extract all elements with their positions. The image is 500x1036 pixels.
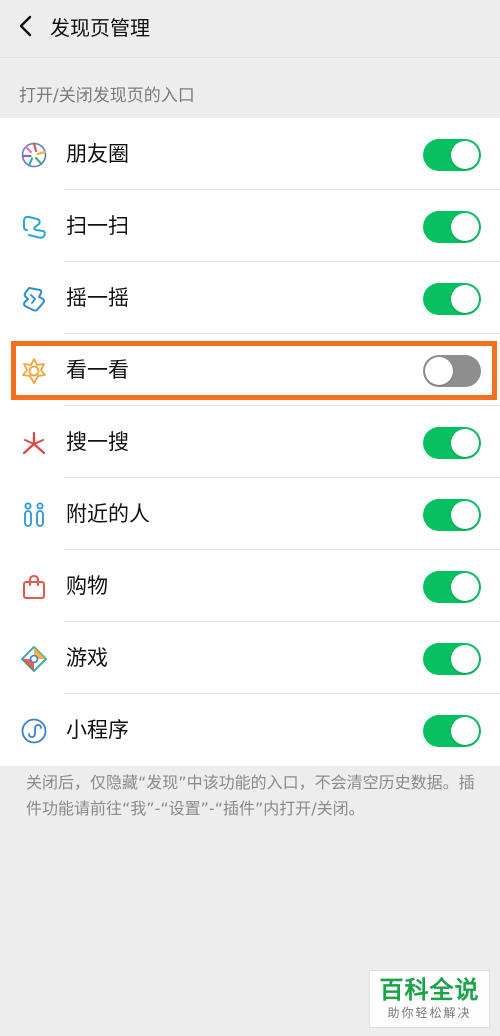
toggle-switch[interactable] bbox=[423, 427, 481, 459]
toggle-knob bbox=[425, 357, 453, 385]
scan-icon bbox=[20, 213, 48, 241]
list-item-search: 搜一搜 bbox=[0, 406, 500, 478]
item-label: 摇一摇 bbox=[66, 286, 129, 310]
search-sparkle-icon bbox=[20, 429, 48, 457]
watermark-subtitle: 助你轻松解决 bbox=[387, 1006, 472, 1020]
moments-icon bbox=[20, 141, 48, 169]
list-item-top-stories: 看一看 bbox=[0, 334, 500, 406]
toggle-knob bbox=[451, 645, 479, 673]
navigation-bar: 发现页管理 bbox=[0, 0, 500, 58]
toggle-switch[interactable] bbox=[423, 355, 481, 387]
toggle-switch[interactable] bbox=[423, 211, 481, 243]
item-label: 小程序 bbox=[66, 718, 129, 742]
item-label: 购物 bbox=[66, 574, 108, 598]
games-icon bbox=[20, 645, 48, 673]
back-button[interactable] bbox=[8, 9, 44, 47]
page-title: 发现页管理 bbox=[50, 16, 150, 40]
item-label: 附近的人 bbox=[66, 502, 150, 526]
list-item-scan: 扫一扫 bbox=[0, 190, 500, 262]
toggle-switch[interactable] bbox=[423, 715, 481, 747]
item-label: 扫一扫 bbox=[66, 214, 129, 238]
footer-note: 关闭后，仅隐藏“发现”中该功能的入口，不会清空历史数据。插件功能请前往“我”-“… bbox=[26, 773, 475, 818]
toggle-knob bbox=[451, 141, 479, 169]
toggle-switch[interactable] bbox=[423, 643, 481, 675]
list-item-shopping: 购物 bbox=[0, 550, 500, 622]
toggle-knob bbox=[451, 213, 479, 241]
toggle-switch[interactable] bbox=[423, 499, 481, 531]
toggle-switch[interactable] bbox=[423, 571, 481, 603]
list-item-mini-programs: 小程序 bbox=[0, 694, 500, 766]
list-item-moments: 朋友圈 bbox=[0, 118, 500, 190]
item-label: 朋友圈 bbox=[66, 142, 129, 166]
toggle-knob bbox=[451, 501, 479, 529]
toggle-knob bbox=[451, 429, 479, 457]
section-header: 打开/关闭发现页的入口 bbox=[19, 86, 195, 106]
watermark-logo: 百科全说 助你轻松解决 bbox=[369, 970, 490, 1028]
item-label: 游戏 bbox=[66, 646, 108, 670]
top-stories-icon bbox=[20, 357, 48, 385]
people-nearby-icon bbox=[20, 501, 48, 529]
toggle-knob bbox=[451, 285, 479, 313]
toggle-knob bbox=[451, 717, 479, 745]
chevron-left-icon bbox=[17, 14, 35, 42]
shopping-bag-icon bbox=[20, 573, 48, 601]
item-label: 搜一搜 bbox=[66, 430, 129, 454]
toggle-switch[interactable] bbox=[423, 283, 481, 315]
discover-entries-list: 朋友圈 扫一扫 摇一摇 看一看 搜一搜 附近的人 购物 游戏 小程序 bbox=[0, 118, 500, 766]
shake-icon bbox=[20, 285, 48, 313]
toggle-switch[interactable] bbox=[423, 139, 481, 171]
item-label: 看一看 bbox=[66, 358, 129, 382]
mini-programs-icon bbox=[20, 717, 48, 745]
list-item-games: 游戏 bbox=[0, 622, 500, 694]
watermark-title: 百科全说 bbox=[379, 976, 480, 1004]
toggle-knob bbox=[451, 573, 479, 601]
list-item-shake: 摇一摇 bbox=[0, 262, 500, 334]
list-item-people-nearby: 附近的人 bbox=[0, 478, 500, 550]
